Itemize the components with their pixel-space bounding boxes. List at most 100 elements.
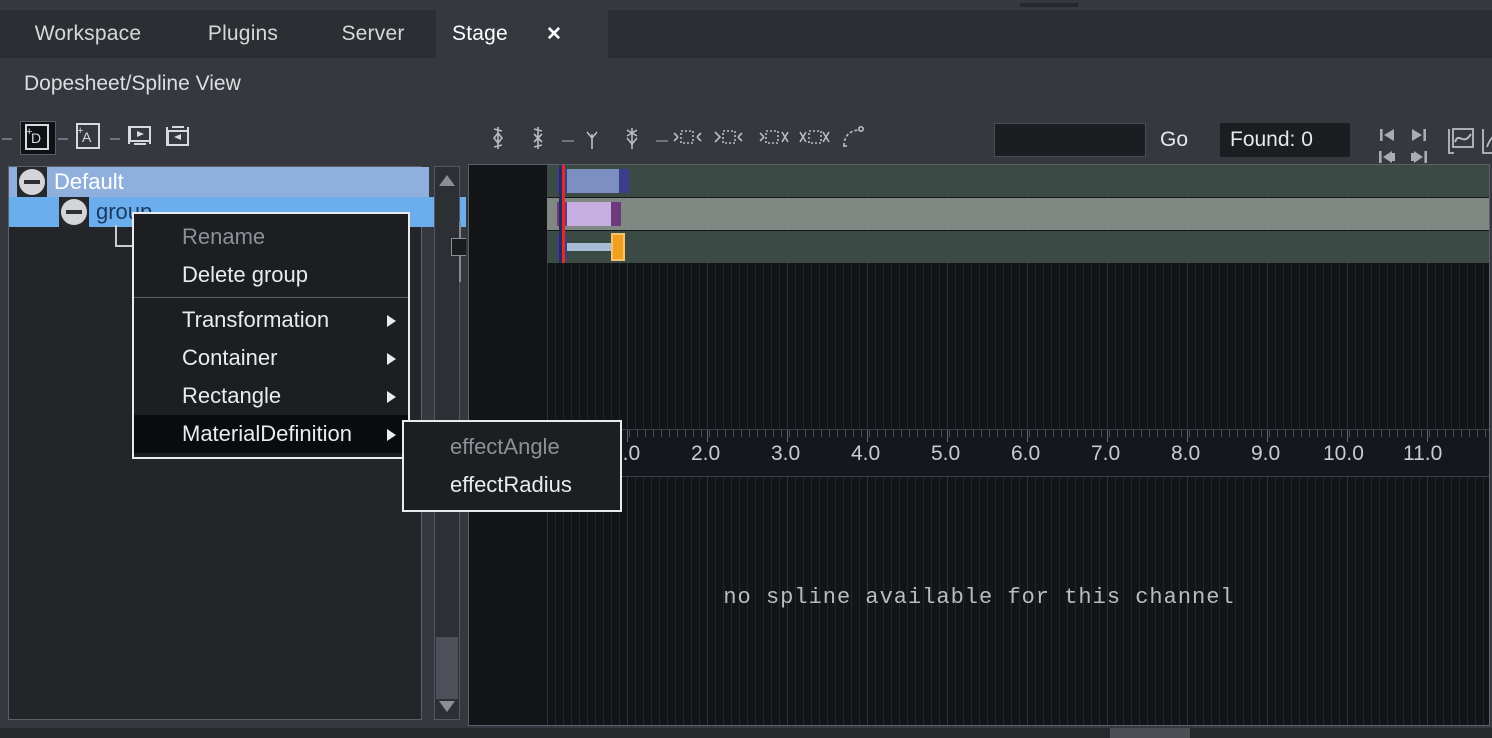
toolbar-divider xyxy=(110,138,120,140)
menu-item-container[interactable]: Container xyxy=(134,339,408,377)
context-menu[interactable]: RenameDelete groupTransformationContaine… xyxy=(132,212,410,459)
ruler-minor-tick xyxy=(845,430,846,437)
keyframe-marker-channel[interactable] xyxy=(611,233,625,261)
go-button[interactable]: Go xyxy=(1160,123,1188,157)
ruler-minor-tick xyxy=(837,430,838,437)
spline-linear-out-icon[interactable] xyxy=(618,124,646,152)
scrollbar-thumb[interactable] xyxy=(436,637,458,699)
ruler-major-tick xyxy=(627,430,628,442)
ruler-minor-tick xyxy=(765,430,766,437)
ruler-minor-tick xyxy=(1413,430,1414,437)
scroll-up-icon[interactable] xyxy=(435,168,459,192)
tab-stage[interactable]: Stage xyxy=(436,10,608,58)
ruler-minor-tick xyxy=(1045,430,1046,437)
tab-label: Stage xyxy=(452,22,508,46)
scroll-down-icon[interactable] xyxy=(435,694,459,718)
ruler-minor-tick xyxy=(1229,430,1230,437)
ruler-minor-tick xyxy=(1269,430,1270,437)
chevron-right-icon xyxy=(387,391,396,403)
ruler-minor-tick xyxy=(1133,430,1134,437)
ruler-minor-tick xyxy=(1093,430,1094,437)
ruler-minor-tick xyxy=(1157,430,1158,437)
ruler-minor-tick xyxy=(1109,430,1110,437)
ruler-label: 8.0 xyxy=(1171,442,1200,466)
ruler-minor-tick xyxy=(669,430,670,437)
top-strip xyxy=(0,0,1492,10)
menu-item-materialdefinition[interactable]: MaterialDefinition xyxy=(134,415,408,453)
add-action-icon[interactable]: A + xyxy=(72,121,106,153)
ruler-minor-tick xyxy=(829,430,830,437)
jump-end-icon[interactable] xyxy=(1408,126,1430,148)
jump-start-icon[interactable] xyxy=(1376,126,1398,148)
ruler-minor-tick xyxy=(933,430,934,437)
keyframe-end-default[interactable] xyxy=(619,169,629,193)
ruler-minor-tick xyxy=(1021,430,1022,437)
keyrange-group[interactable] xyxy=(567,202,611,226)
spline-view-icon[interactable] xyxy=(1478,125,1492,157)
submenu-item-effectradius[interactable]: effectRadius xyxy=(404,466,620,504)
menu-item-delete-group[interactable]: Delete group xyxy=(134,256,408,294)
chevron-right-icon xyxy=(387,353,396,365)
ruler-minor-tick xyxy=(1293,430,1294,437)
ruler-minor-tick xyxy=(901,430,902,437)
ruler-major-tick xyxy=(1267,430,1268,442)
ruler-minor-tick xyxy=(1469,430,1470,437)
search-field[interactable] xyxy=(994,123,1146,157)
tab-server[interactable]: Server xyxy=(310,10,436,58)
ruler-major-tick xyxy=(867,430,868,442)
time-ruler[interactable]: .01.02.03.04.05.06.07.08.09.010.011.0 xyxy=(469,429,1489,477)
empty-state-message: no spline available for this channel xyxy=(469,585,1489,610)
spline-linear-in-icon[interactable] xyxy=(578,124,606,152)
ruler-minor-tick xyxy=(957,430,958,437)
bezier-handle-icon[interactable] xyxy=(838,124,866,152)
ruler-minor-tick xyxy=(749,430,750,437)
search-input[interactable] xyxy=(995,124,1145,156)
ruler-minor-tick xyxy=(797,430,798,437)
ruler-minor-tick xyxy=(1181,430,1182,437)
ruler-minor-tick xyxy=(1301,430,1302,437)
horizontal-scrollbar[interactable] xyxy=(0,728,1492,738)
spline-toolbar: Go Found: 0 xyxy=(466,110,1492,164)
ruler-minor-tick xyxy=(1277,430,1278,437)
ruler-major-tick xyxy=(1427,430,1428,442)
track-row-group[interactable] xyxy=(547,198,1489,230)
menu-item-rectangle[interactable]: Rectangle xyxy=(134,377,408,415)
track-row-channel[interactable] xyxy=(547,231,1489,263)
dopesheet-view-icon[interactable] xyxy=(1444,125,1476,157)
collapse-icon[interactable] xyxy=(17,167,47,197)
keyframe-end-group[interactable] xyxy=(611,202,621,226)
keyrange-default[interactable] xyxy=(567,169,619,193)
ruler-minor-tick xyxy=(1053,430,1054,437)
tab-workspace[interactable]: Workspace xyxy=(0,10,176,58)
tab-plugins[interactable]: Plugins xyxy=(176,10,310,58)
ruler-minor-tick xyxy=(653,430,654,437)
import-stage-icon[interactable] xyxy=(124,121,158,153)
step-in-icon[interactable] xyxy=(758,124,786,152)
spline-auto-icon[interactable] xyxy=(484,124,512,152)
svg-text:+: + xyxy=(26,126,32,138)
context-submenu[interactable]: effectAngleeffectRadius xyxy=(402,420,622,512)
keyrange-channel[interactable] xyxy=(567,243,611,251)
tree-item-default[interactable]: Default xyxy=(9,167,429,197)
window-drag-nub[interactable] xyxy=(1020,3,1078,7)
add-directorgroup-icon[interactable]: D + xyxy=(20,121,56,155)
ruler-minor-tick xyxy=(989,430,990,437)
close-icon[interactable]: ✕ xyxy=(538,10,570,58)
export-stage-icon[interactable] xyxy=(162,121,196,153)
spline-smooth-icon[interactable] xyxy=(524,124,552,152)
ease-in-icon[interactable] xyxy=(672,124,700,152)
ease-out-icon[interactable] xyxy=(712,124,740,152)
track-row-default[interactable] xyxy=(547,165,1489,197)
menu-item-transformation[interactable]: Transformation xyxy=(134,301,408,339)
ruler-minor-tick xyxy=(1037,430,1038,437)
ruler-minor-tick xyxy=(1117,430,1118,437)
ruler-minor-tick xyxy=(1405,430,1406,437)
ruler-major-tick xyxy=(787,430,788,442)
ruler-minor-tick xyxy=(733,430,734,437)
ruler-minor-tick xyxy=(877,430,878,437)
scrollbar-thumb[interactable] xyxy=(1110,728,1190,738)
playhead[interactable] xyxy=(562,165,565,263)
collapse-icon[interactable] xyxy=(59,197,89,227)
step-out-icon[interactable] xyxy=(798,124,826,152)
ruler-label: 9.0 xyxy=(1251,442,1280,466)
